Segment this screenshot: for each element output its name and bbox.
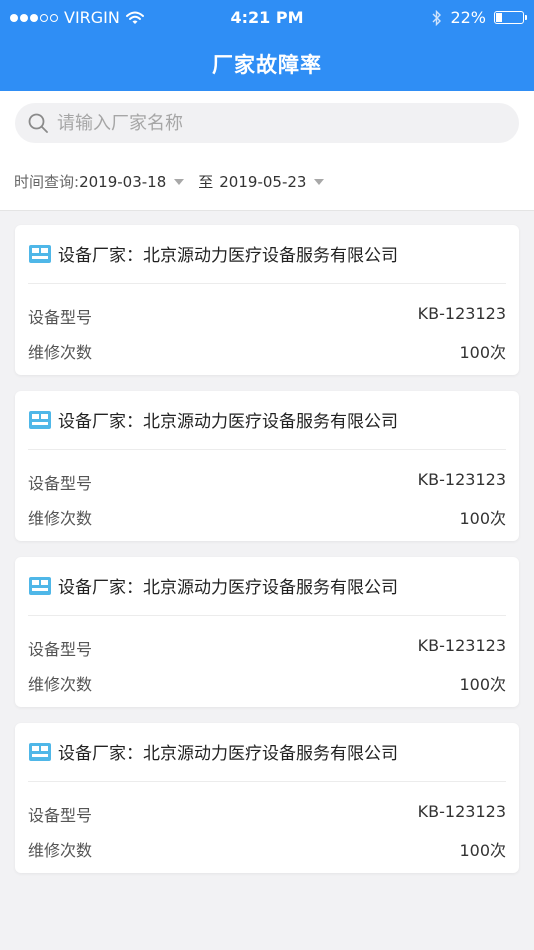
status-right: 22% bbox=[432, 8, 527, 27]
model-row: 设备型号 KB-123123 bbox=[28, 636, 506, 660]
model-value: KB-123123 bbox=[417, 304, 506, 323]
card-header: 设备厂家：北京源动力医疗设备服务有限公司 bbox=[28, 739, 398, 764]
model-row: 设备型号 KB-123123 bbox=[28, 470, 506, 494]
card-header: 设备厂家：北京源动力医疗设备服务有限公司 bbox=[28, 573, 398, 598]
model-row: 设备型号 KB-123123 bbox=[28, 304, 506, 328]
end-date-value: 2019-05-23 bbox=[219, 172, 307, 191]
repair-count-value: 100次 bbox=[459, 343, 506, 362]
model-value: KB-123123 bbox=[417, 470, 506, 489]
page-title: 厂家故障率 bbox=[212, 52, 322, 77]
card-header: 设备厂家：北京源动力医疗设备服务有限公司 bbox=[28, 407, 398, 432]
repair-count-row: 维修次数 100次 bbox=[28, 505, 506, 529]
manufacturer-card[interactable]: 设备厂家：北京源动力医疗设备服务有限公司 设备型号 KB-123123 维修次数… bbox=[15, 391, 519, 541]
card-divider bbox=[28, 283, 506, 284]
repair-count-label: 维修次数 bbox=[28, 509, 93, 528]
repair-count-label: 维修次数 bbox=[28, 675, 93, 694]
search-box[interactable] bbox=[15, 103, 519, 143]
model-label: 设备型号 bbox=[28, 640, 93, 659]
card-divider bbox=[28, 449, 506, 450]
battery-icon bbox=[494, 11, 527, 24]
repair-count-label: 维修次数 bbox=[28, 343, 93, 362]
device-icon bbox=[29, 410, 51, 429]
model-value: KB-123123 bbox=[417, 636, 506, 655]
card-header: 设备厂家：北京源动力医疗设备服务有限公司 bbox=[28, 241, 398, 266]
repair-count-value: 100次 bbox=[459, 841, 506, 860]
filter-panel: 时间查询: 2019-03-18 至 2019-05-23 bbox=[0, 91, 534, 211]
manufacturer-card[interactable]: 设备厂家：北京源动力医疗设备服务有限公司 设备型号 KB-123123 维修次数… bbox=[15, 723, 519, 873]
manufacturer-name: 设备厂家：北京源动力医疗设备服务有限公司 bbox=[58, 412, 398, 432]
manufacturer-name: 设备厂家：北京源动力医疗设备服务有限公司 bbox=[58, 578, 398, 598]
manufacturer-name: 设备厂家：北京源动力医疗设备服务有限公司 bbox=[58, 744, 398, 764]
repair-count-row: 维修次数 100次 bbox=[28, 671, 506, 695]
caret-down-icon bbox=[314, 178, 325, 185]
battery-percent: 22% bbox=[450, 8, 486, 27]
card-divider bbox=[28, 781, 506, 782]
manufacturer-name: 设备厂家：北京源动力医疗设备服务有限公司 bbox=[58, 246, 398, 266]
repair-count-row: 维修次数 100次 bbox=[28, 837, 506, 861]
manufacturer-card[interactable]: 设备厂家：北京源动力医疗设备服务有限公司 设备型号 KB-123123 维修次数… bbox=[15, 225, 519, 375]
date-separator: 至 bbox=[198, 173, 214, 191]
repair-count-row: 维修次数 100次 bbox=[28, 339, 506, 363]
date-filter: 时间查询: 2019-03-18 至 2019-05-23 bbox=[14, 171, 338, 192]
manufacturer-card[interactable]: 设备厂家：北京源动力医疗设备服务有限公司 设备型号 KB-123123 维修次数… bbox=[15, 557, 519, 707]
repair-count-value: 100次 bbox=[459, 509, 506, 528]
status-bar: VIRGIN 4:21 PM 22% bbox=[0, 0, 534, 36]
nav-bar: 厂家故障率 bbox=[0, 36, 534, 91]
repair-count-label: 维修次数 bbox=[28, 841, 93, 860]
card-divider bbox=[28, 615, 506, 616]
model-value: KB-123123 bbox=[417, 802, 506, 821]
bluetooth-icon bbox=[432, 9, 442, 26]
caret-down-icon bbox=[174, 178, 185, 185]
start-date-value: 2019-03-18 bbox=[79, 172, 167, 191]
device-icon bbox=[29, 244, 51, 263]
model-label: 设备型号 bbox=[28, 308, 93, 327]
device-icon bbox=[29, 742, 51, 761]
model-label: 设备型号 bbox=[28, 474, 93, 493]
start-date-picker[interactable]: 2019-03-18 bbox=[79, 172, 185, 191]
device-icon bbox=[29, 576, 51, 595]
model-label: 设备型号 bbox=[28, 806, 93, 825]
model-row: 设备型号 KB-123123 bbox=[28, 802, 506, 826]
repair-count-value: 100次 bbox=[459, 675, 506, 694]
end-date-picker[interactable]: 2019-05-23 bbox=[219, 172, 325, 191]
date-filter-label: 时间查询: bbox=[14, 173, 80, 191]
search-input[interactable] bbox=[55, 111, 499, 135]
search-icon bbox=[28, 113, 48, 133]
